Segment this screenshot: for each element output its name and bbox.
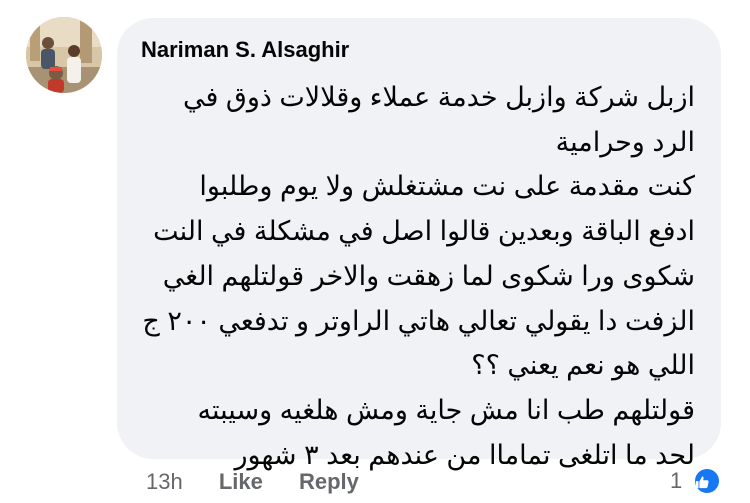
comment-line: الرد وحرامية	[555, 126, 695, 157]
reply-button[interactable]: Reply	[299, 469, 359, 495]
thumbs-up-icon	[693, 467, 722, 496]
comment-line: الزفت دا يقولي تعالي هاتي الراوتر و تدفع…	[142, 305, 695, 336]
comment-author[interactable]: Nariman S. Alsaghir	[141, 37, 349, 63]
comment-line: ادفع الباقة وبعدين قالوا اصل في مشكلة في…	[153, 216, 695, 247]
avatar[interactable]	[26, 17, 102, 93]
comment-text: ازبل شركة وازبل خدمة عملاء وقلالات ذوق ف…	[142, 75, 695, 477]
comment-timestamp[interactable]: 13h	[146, 469, 183, 495]
comment-actions: 13h Like Reply	[146, 468, 359, 495]
like-button[interactable]: Like	[219, 469, 263, 495]
comment-line: قولتلهم طب انا مش جاية ومش هلغيه وسيبته	[197, 394, 695, 425]
comment-line: ازبل شركة وازبل خدمة عملاء وقلالات ذوق ف…	[182, 82, 695, 112]
comment-line: شكوى ورا شكوى لما زهقت والاخر قولتلهم ال…	[162, 260, 695, 291]
avatar-photo	[26, 17, 102, 93]
reaction-count: 1	[670, 468, 683, 494]
reaction-summary[interactable]: 1	[670, 467, 722, 496]
comment-line: اللي هو نعم يعني ؟؟	[471, 350, 695, 381]
comment-bubble: Nariman S. Alsaghir ازبل شركة وازبل خدمة…	[117, 18, 721, 470]
comment-line: كنت مقدمة على نت مشتغلش ولا يوم وطلبوا	[199, 171, 695, 202]
